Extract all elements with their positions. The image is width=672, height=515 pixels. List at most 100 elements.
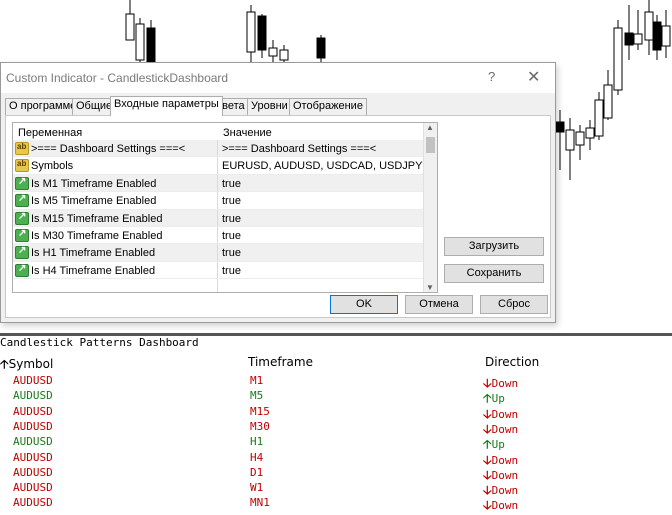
candle-body [661,25,671,47]
parameter-row[interactable]: ↗ Is H4 Timeframe Enabled true [13,261,425,280]
column-separator [217,261,218,279]
direction-label: Down [491,484,519,498]
dashboard-row: AUDUSD D1 🡣Down [0,465,672,482]
parameter-row[interactable]: ab >=== Dashboard Settings ===< >=== Dashb… [13,140,425,158]
candle-body [268,47,278,57]
candle-body [585,127,595,139]
dialog-titlebar[interactable]: Custom Indicator - CandlestickDashboard … [1,63,555,93]
parameter-row[interactable]: ab Symbols EURUSD, AUDUSD, USDCAD, USDJPY [13,157,425,175]
arrow-up-icon: 🡡 [483,437,492,452]
candle-body [146,27,156,63]
symbol-cell: AUDUSD [13,404,53,418]
direction-label: Up [491,392,505,406]
column-header-value[interactable]: Значение [218,123,425,140]
scroll-up-icon[interactable]: ▲ [426,123,434,132]
candle-body [135,23,145,61]
scroll-down-icon[interactable]: ▼ [426,283,434,292]
direction-cell: 🡣Down [483,496,518,515]
parameter-row[interactable]: ↗ Is M15 Timeframe Enabled true [13,209,425,227]
parameter-row[interactable]: ↗ Is M5 Timeframe Enabled true [13,192,425,210]
tab-levels[interactable]: Уровни [247,98,292,115]
candle-body [624,32,634,46]
parameter-value[interactable]: true [222,213,241,225]
dashboard-row: AUDUSD M30 🡣Down [0,419,672,436]
candle-body [565,129,575,151]
column-header-direction[interactable]: Direction [485,355,539,369]
column-header-symbol[interactable]: 🡡Symbol [0,355,53,376]
parameter-name: Is M5 Timeframe Enabled [31,195,157,208]
parameter-value[interactable]: true [222,195,241,207]
symbol-cell: AUDUSD [13,374,53,387]
timeframe-cell: M15 [250,404,270,418]
scroll-thumb[interactable] [426,137,435,153]
column-separator [217,209,218,226]
candle-body [555,121,565,133]
parameter-row[interactable]: ↗ Is H1 Timeframe Enabled true [13,244,425,262]
symbol-cell: AUDUSD [13,419,53,433]
candle-body [644,11,654,41]
dashboard-row: AUDUSD M15 🡣Down [0,404,672,421]
reset-button[interactable]: Сброс [480,295,548,314]
timeframe-cell: H1 [250,435,264,449]
dashboard-row: AUDUSD W1 🡣Down [0,481,672,498]
timeframe-cell: H4 [250,450,264,464]
tab-visualization[interactable]: Отображение [289,98,367,115]
parameter-value[interactable]: EURUSD, AUDUSD, USDCAD, USDJPY [222,160,422,172]
direction-label: Down [491,422,519,436]
column-separator [217,140,218,157]
symbol-cell: AUDUSD [13,435,53,449]
dialog-title: Custom Indicator - CandlestickDashboard [6,71,229,85]
parameter-name: >=== Dashboard Settings ===< [31,143,186,155]
cancel-button[interactable]: Отмена [405,295,473,314]
dashboard-title: Candlestick Patterns Dashboard [0,336,199,349]
help-button[interactable]: ? [488,69,495,84]
parameter-value[interactable]: true [222,230,241,242]
candle-body [575,131,585,146]
tab-about[interactable]: О программе [5,98,81,115]
column-separator [217,244,218,261]
column-separator [217,192,218,209]
parameter-value[interactable]: true [222,247,241,259]
direction-label: Down [491,453,519,467]
candle-body [316,37,326,59]
parameter-row[interactable]: ↗ Is M1 Timeframe Enabled true [13,174,425,193]
dashboard-row: AUDUSD MN1 🡣Down [0,496,672,512]
arrow-down-icon: 🡣 [483,467,492,482]
parameter-value[interactable]: >=== Dashboard Settings ===< [222,143,376,155]
symbol-cell: AUDUSD [13,481,53,495]
dashboard-row: AUDUSD H4 🡣Down [0,450,672,467]
save-button[interactable]: Сохранить [444,264,544,283]
parameter-row[interactable]: ↗ Is M30 Timeframe Enabled true [13,227,425,245]
timeframe-cell: D1 [250,465,264,479]
arrow-down-icon: 🡣 [483,421,492,436]
column-header-variable[interactable]: Переменная [13,123,218,140]
timeframe-cell: M5 [250,389,264,403]
column-separator [217,227,218,244]
direction-label: Down [491,468,519,482]
load-button[interactable]: Загрузить [444,237,544,256]
symbol-cell: AUDUSD [13,389,53,403]
arrow-down-icon: 🡣 [483,376,492,390]
close-icon[interactable]: ✕ [527,67,540,87]
symbol-cell: AUDUSD [13,496,53,510]
string-param-icon: ab [15,142,29,155]
candle-body [603,84,613,119]
candle-body [594,99,604,137]
arrow-down-icon: 🡣 [483,483,492,498]
direction-label: Down [491,407,519,421]
symbol-cell: AUDUSD [13,450,53,464]
bool-param-icon: ↗ [15,228,29,242]
parameter-value[interactable]: true [222,265,241,277]
bool-param-icon: ↗ [15,211,29,225]
tab-inputs[interactable]: Входные параметры [110,96,223,116]
column-header-timeframe[interactable]: Timeframe [248,355,313,369]
column-separator [217,174,218,192]
candle-body [613,27,623,91]
parameter-value[interactable]: true [222,178,241,190]
ok-button[interactable]: OK [330,295,398,314]
table-scrollbar[interactable]: ▲ ▼ [423,123,437,292]
arrow-down-icon: 🡣 [483,452,492,467]
parameters-table: Переменная Значение ab >=== Dashboard Set… [12,122,438,293]
timeframe-cell: W1 [250,481,264,495]
direction-label: Down [491,377,519,390]
